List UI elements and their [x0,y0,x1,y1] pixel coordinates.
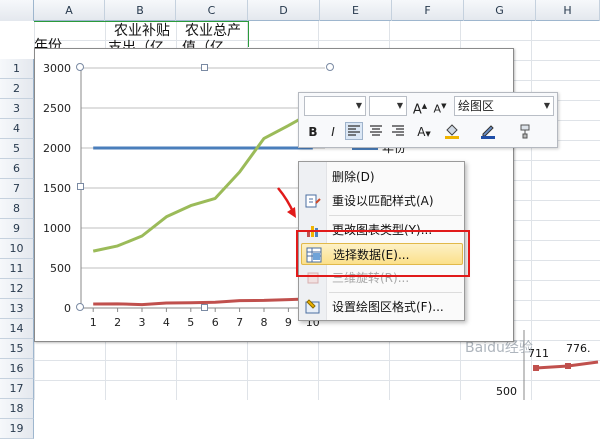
y-tick-label: 1500 [43,182,71,195]
plot-handle-tl[interactable] [76,63,84,71]
font-size-select[interactable]: ▼ [369,96,407,116]
shrink-font-button[interactable]: A▼ [431,97,449,116]
row-header-19[interactable]: 19 [0,419,34,439]
y-tick-label: 2000 [43,142,71,155]
x-tick-label: 1 [90,316,97,329]
mini-toolbar: ▼ ▼ A▲ A▼ 绘图区 ▼ B I A▼ [298,92,558,148]
plot-handle-ml[interactable] [77,183,84,190]
align-center-button[interactable] [367,123,385,141]
row-header-16[interactable]: 16 [0,359,34,379]
highlight-box [296,230,470,277]
fill-color-button[interactable] [443,123,461,141]
align-left-icon [348,125,360,136]
second-chart-axis-500: 500 [496,385,517,398]
row-header-2[interactable]: 2 [0,79,34,99]
x-tick-label: 9 [285,316,292,329]
align-right-button[interactable] [389,123,407,141]
font-color-button[interactable]: A▼ [415,123,433,141]
row-header-11[interactable]: 11 [0,259,34,279]
menu-separator [329,292,462,293]
y-tick-label: 0 [64,302,71,315]
x-tick-label: 8 [261,316,268,329]
plot-handle-bl[interactable] [76,303,84,311]
menu-item-format-plot-area[interactable]: 设置绘图区格式(F)... [299,296,464,318]
y-tick-label: 500 [50,262,71,275]
x-tick-label: 5 [187,316,194,329]
column-header-h[interactable]: H [536,0,600,21]
paint-bucket-icon [445,124,459,139]
x-tick-label: 7 [236,316,243,329]
series-line-1[interactable] [92,110,314,253]
column-header-e[interactable]: E [320,0,392,21]
align-center-icon [370,125,382,136]
row-header-7[interactable]: 7 [0,179,34,199]
pen-icon [481,125,495,139]
reset-style-icon [305,194,321,208]
italic-button[interactable]: I [324,123,342,141]
row-header-1[interactable]: 1 [0,59,34,79]
row-header-5[interactable]: 5 [0,139,34,159]
selection-border [248,21,249,47]
row-header-9[interactable]: 9 [0,219,34,239]
align-left-button[interactable] [345,122,363,140]
cell-b-header-line1[interactable]: 农业补贴 [114,23,170,40]
menu-separator [329,215,462,216]
second-chart-label-776: 776. [566,342,591,355]
menu-item-reset-style[interactable]: 重设以匹配样式(A) [299,190,464,212]
column-header-g[interactable]: G [464,0,536,21]
row-header-10[interactable]: 10 [0,239,34,259]
selection-border-top [34,21,249,22]
plot-handle-tc[interactable] [201,64,208,71]
row-header-17[interactable]: 17 [0,379,34,399]
column-header-c[interactable]: C [176,0,248,21]
y-tick-label: 2500 [43,102,71,115]
line-color-button[interactable] [479,123,497,141]
column-header-f[interactable]: F [392,0,464,21]
row-header-14[interactable]: 14 [0,319,34,339]
column-header-d[interactable]: D [248,0,320,21]
column-header-a[interactable]: A [34,0,105,21]
row-header-18[interactable]: 18 [0,399,34,419]
plot-handle-bc[interactable] [201,304,208,311]
x-tick-label: 4 [163,316,170,329]
menu-item-delete[interactable]: 删除(D) [299,166,464,188]
x-tick-label: 3 [139,316,146,329]
plot-handle-tr[interactable] [326,63,334,71]
cell-c-header-line1[interactable]: 农业总产 [185,23,241,40]
font-name-select[interactable]: ▼ [304,96,366,116]
y-tick-label: 3000 [43,62,71,75]
row-header-4[interactable]: 4 [0,119,34,139]
select-all-corner[interactable] [0,0,34,21]
x-tick-label: 6 [212,316,219,329]
row-header-15[interactable]: 15 [0,339,34,359]
row-header-8[interactable]: 8 [0,199,34,219]
format-plot-area-icon [305,299,320,314]
y-tick-label: 1000 [43,222,71,235]
format-painter-icon [520,124,530,139]
row-header-3[interactable]: 3 [0,99,34,119]
chart-element-select[interactable]: 绘图区 ▼ [454,96,554,116]
row-header-13[interactable]: 13 [0,299,34,319]
annotation-arrow-icon [277,187,296,218]
bold-button[interactable]: B [304,123,322,141]
grow-font-button[interactable]: A▲ [411,97,429,117]
column-header-b[interactable]: B [105,0,176,21]
row-header-12[interactable]: 12 [0,279,34,299]
format-painter-button[interactable] [514,123,532,141]
row-header-6[interactable]: 6 [0,159,34,179]
x-tick-label: 2 [114,316,121,329]
align-right-icon [392,125,404,136]
